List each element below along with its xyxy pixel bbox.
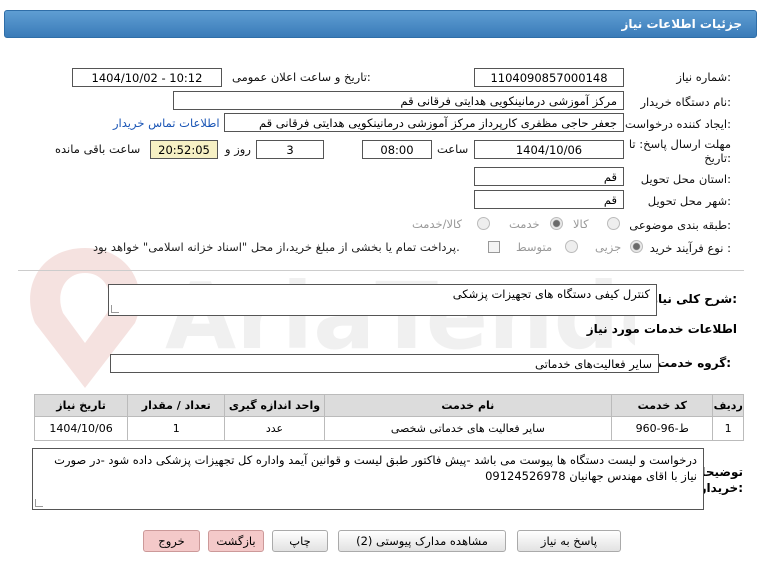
province-label: استان محل تحویل: bbox=[640, 172, 731, 186]
deadline-date-field: 1404/10/06 bbox=[474, 140, 624, 159]
header-bar: جزئیات اطلاعات نیاز bbox=[4, 10, 757, 38]
buyer-contact-link[interactable]: اطلاعات تماس خریدار bbox=[113, 116, 220, 130]
need-number-label: شماره نیاز: bbox=[676, 70, 731, 84]
deadline-days-label: روز و bbox=[225, 142, 251, 156]
buyer-notes-label-line2: خریدار: bbox=[699, 481, 743, 495]
col-service-name: نام خدمت bbox=[323, 394, 613, 417]
buyer-notes-text: درخواست و لیست دستگاه ها پیوست می باشد -… bbox=[54, 453, 697, 483]
col-unit: واحد اندازه گیری bbox=[224, 394, 325, 417]
buyer-label: نام دستگاه خریدار: bbox=[640, 95, 731, 109]
resize-handle[interactable] bbox=[35, 499, 43, 507]
process-option-medium: متوسط bbox=[516, 240, 553, 254]
category-option-goods: کالا bbox=[573, 217, 589, 231]
services-info-title: اطلاعات خدمات مورد نیاز bbox=[586, 322, 737, 336]
table-row: 1404/10/06 1 عدد سایر فعالیت های خدماتی … bbox=[33, 416, 744, 441]
process-option-minor: جزیی bbox=[595, 240, 622, 254]
service-group-label: گروه خدمت: bbox=[657, 356, 731, 370]
category-radio-service[interactable] bbox=[550, 217, 563, 230]
col-need-date: تاریخ نیاز bbox=[33, 394, 129, 417]
deadline-label-line1: مهلت ارسال پاسخ: تا bbox=[628, 137, 731, 151]
buyer-field: مرکز آموزشی درمانینکویی هدایتی فرقانی قم bbox=[173, 91, 624, 110]
exit-button[interactable]: خروج bbox=[143, 530, 200, 552]
divider bbox=[18, 270, 744, 271]
process-label: نوع فرآیند خرید : bbox=[649, 241, 731, 255]
header: جزئیات اطلاعات نیاز bbox=[0, 0, 761, 40]
creator-label: ایجاد کننده درخواست: bbox=[625, 117, 731, 131]
city-label: شهر محل تحویل: bbox=[647, 194, 731, 208]
cell-quantity: 1 bbox=[127, 416, 226, 441]
treasury-checkbox[interactable] bbox=[488, 241, 500, 253]
service-group-field: سایر فعالیت‌های خدماتی bbox=[110, 354, 659, 373]
deadline-time-field: 08:00 bbox=[362, 140, 432, 159]
cell-row: 1 bbox=[712, 416, 744, 441]
province-field: قم bbox=[474, 167, 624, 186]
col-quantity: تعداد / مقدار bbox=[127, 394, 226, 417]
category-radio-goods-service[interactable] bbox=[477, 217, 490, 230]
remaining-time-label: ساعت باقی مانده bbox=[55, 142, 141, 156]
cell-need-date: 1404/10/06 bbox=[33, 416, 129, 441]
creator-field: جعفر حاجی مظفری کارپرداز مرکز آموزشی درم… bbox=[224, 113, 624, 132]
deadline-label-line2: تاریخ: bbox=[704, 151, 731, 165]
cell-unit: عدد bbox=[224, 416, 325, 441]
services-table: تاریخ نیاز تعداد / مقدار واحد اندازه گیر… bbox=[33, 394, 744, 441]
col-service-code: کد خدمت bbox=[611, 394, 714, 417]
deadline-time-label: ساعت bbox=[437, 142, 469, 156]
table-header-row: تاریخ نیاز تعداد / مقدار واحد اندازه گیر… bbox=[33, 394, 744, 417]
announce-field: 1404/10/02 - 10:12 bbox=[72, 68, 222, 87]
category-option-goods-service: کالا/خدمت bbox=[412, 217, 463, 231]
cell-service-name: سایر فعالیت های خدماتی شخصی bbox=[323, 416, 613, 441]
process-radio-medium[interactable] bbox=[565, 240, 578, 253]
remaining-time-field: 20:52:05 bbox=[150, 140, 218, 159]
description-label: شرح کلی نیاز: bbox=[651, 292, 737, 306]
page-title: جزئیات اطلاعات نیاز bbox=[621, 17, 742, 31]
attachments-button[interactable]: مشاهده مدارک پیوستی (2) bbox=[338, 530, 506, 552]
treasury-checkbox-text: پرداخت تمام یا بخشی از مبلغ خرید،از محل … bbox=[93, 240, 460, 254]
category-option-service: خدمت bbox=[509, 217, 540, 231]
deadline-days-field: 3 bbox=[256, 140, 324, 159]
resize-handle[interactable] bbox=[111, 305, 119, 313]
category-radio-goods[interactable] bbox=[607, 217, 620, 230]
need-number-field: 1104090857000148 bbox=[474, 68, 624, 87]
back-button[interactable]: بازگشت bbox=[208, 530, 264, 552]
category-label: طبقه بندی موضوعی: bbox=[629, 218, 731, 232]
cell-service-code: ط-96-960 bbox=[611, 416, 714, 441]
print-button[interactable]: چاپ bbox=[272, 530, 328, 552]
description-field: کنترل کیفی دستگاه های تجهیزات پزشکی bbox=[108, 284, 657, 316]
col-row: ردیف bbox=[712, 394, 744, 417]
announce-label: تاریخ و ساعت اعلان عمومی: bbox=[232, 70, 371, 84]
reply-button[interactable]: پاسخ به نیاز bbox=[517, 530, 621, 552]
buyer-notes-field: درخواست و لیست دستگاه ها پیوست می باشد -… bbox=[32, 448, 704, 510]
process-radio-minor[interactable] bbox=[630, 240, 643, 253]
city-field: قم bbox=[474, 190, 624, 209]
description-text: کنترل کیفی دستگاه های تجهیزات پزشکی bbox=[452, 287, 650, 301]
